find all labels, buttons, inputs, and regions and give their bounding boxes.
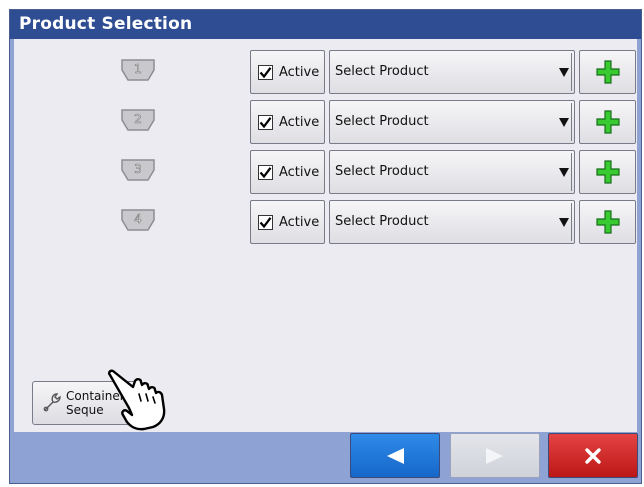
add-product-button[interactable]: [579, 150, 636, 194]
dropdown-arrow-icon: [559, 118, 569, 127]
pointing-hand-icon: [108, 369, 166, 431]
product-select-value: Select Product: [335, 114, 429, 129]
active-toggle[interactable]: Active: [250, 200, 325, 244]
active-checkbox[interactable]: [258, 114, 273, 130]
divider: [571, 203, 572, 241]
product-bin-badge-icon: 2: [120, 108, 156, 132]
back-button[interactable]: [350, 433, 440, 478]
dropdown-arrow-icon: [559, 68, 569, 77]
product-select[interactable]: Select Product: [329, 50, 575, 94]
right-arrow-icon: [486, 447, 503, 464]
divider: [571, 53, 572, 91]
plus-icon: [595, 210, 620, 234]
product-select[interactable]: Select Product: [329, 100, 575, 144]
active-toggle[interactable]: Active: [250, 100, 325, 144]
dropdown-arrow-icon: [559, 218, 569, 227]
cancel-button[interactable]: [548, 433, 638, 478]
product-select[interactable]: Select Product: [329, 150, 575, 194]
checkmark-icon: [259, 116, 272, 128]
product-select[interactable]: Select Product: [329, 200, 575, 244]
product-row-3: 3 Active Select Product: [14, 150, 637, 194]
product-bin-badge-icon: 4: [120, 208, 156, 232]
close-icon: [585, 447, 601, 464]
active-checkbox[interactable]: [258, 64, 273, 80]
checkmark-icon: [259, 66, 272, 78]
plus-icon: [595, 110, 620, 134]
divider: [571, 153, 572, 191]
checkmark-icon: [259, 166, 272, 178]
active-label: Active: [279, 114, 320, 130]
active-checkbox[interactable]: [258, 214, 273, 230]
plus-icon: [595, 160, 620, 184]
row-number: 4: [134, 212, 142, 226]
active-toggle[interactable]: Active: [250, 150, 325, 194]
left-arrow-icon: [387, 447, 404, 464]
product-bin-badge-icon: 3: [120, 158, 156, 182]
dropdown-arrow-icon: [559, 168, 569, 177]
product-row-2: 2 Active Select Product: [14, 100, 637, 144]
product-bin-badge-icon: 1: [120, 58, 156, 82]
active-label: Active: [279, 214, 320, 230]
row-number: 3: [134, 162, 142, 176]
add-product-button[interactable]: [579, 200, 636, 244]
product-row-1: 1 Active Select Product: [14, 50, 637, 94]
product-row-4: 4 Active Select Product: [14, 200, 637, 244]
divider: [571, 103, 572, 141]
wrench-icon: [43, 393, 61, 412]
product-select-value: Select Product: [335, 164, 429, 179]
checkmark-icon: [259, 216, 272, 228]
row-number: 2: [134, 112, 142, 126]
active-toggle[interactable]: Active: [250, 50, 325, 94]
next-button[interactable]: [450, 433, 540, 478]
add-product-button[interactable]: [579, 50, 636, 94]
active-label: Active: [279, 164, 320, 180]
product-select-value: Select Product: [335, 214, 429, 229]
product-select-value: Select Product: [335, 64, 429, 79]
product-selection-window: Product Selection 1 Active Select Produc…: [9, 9, 642, 484]
active-checkbox[interactable]: [258, 164, 273, 180]
row-number: 1: [134, 62, 142, 76]
add-product-button[interactable]: [579, 100, 636, 144]
active-label: Active: [279, 64, 320, 80]
window-title: Product Selection: [10, 10, 641, 39]
plus-icon: [595, 60, 620, 84]
